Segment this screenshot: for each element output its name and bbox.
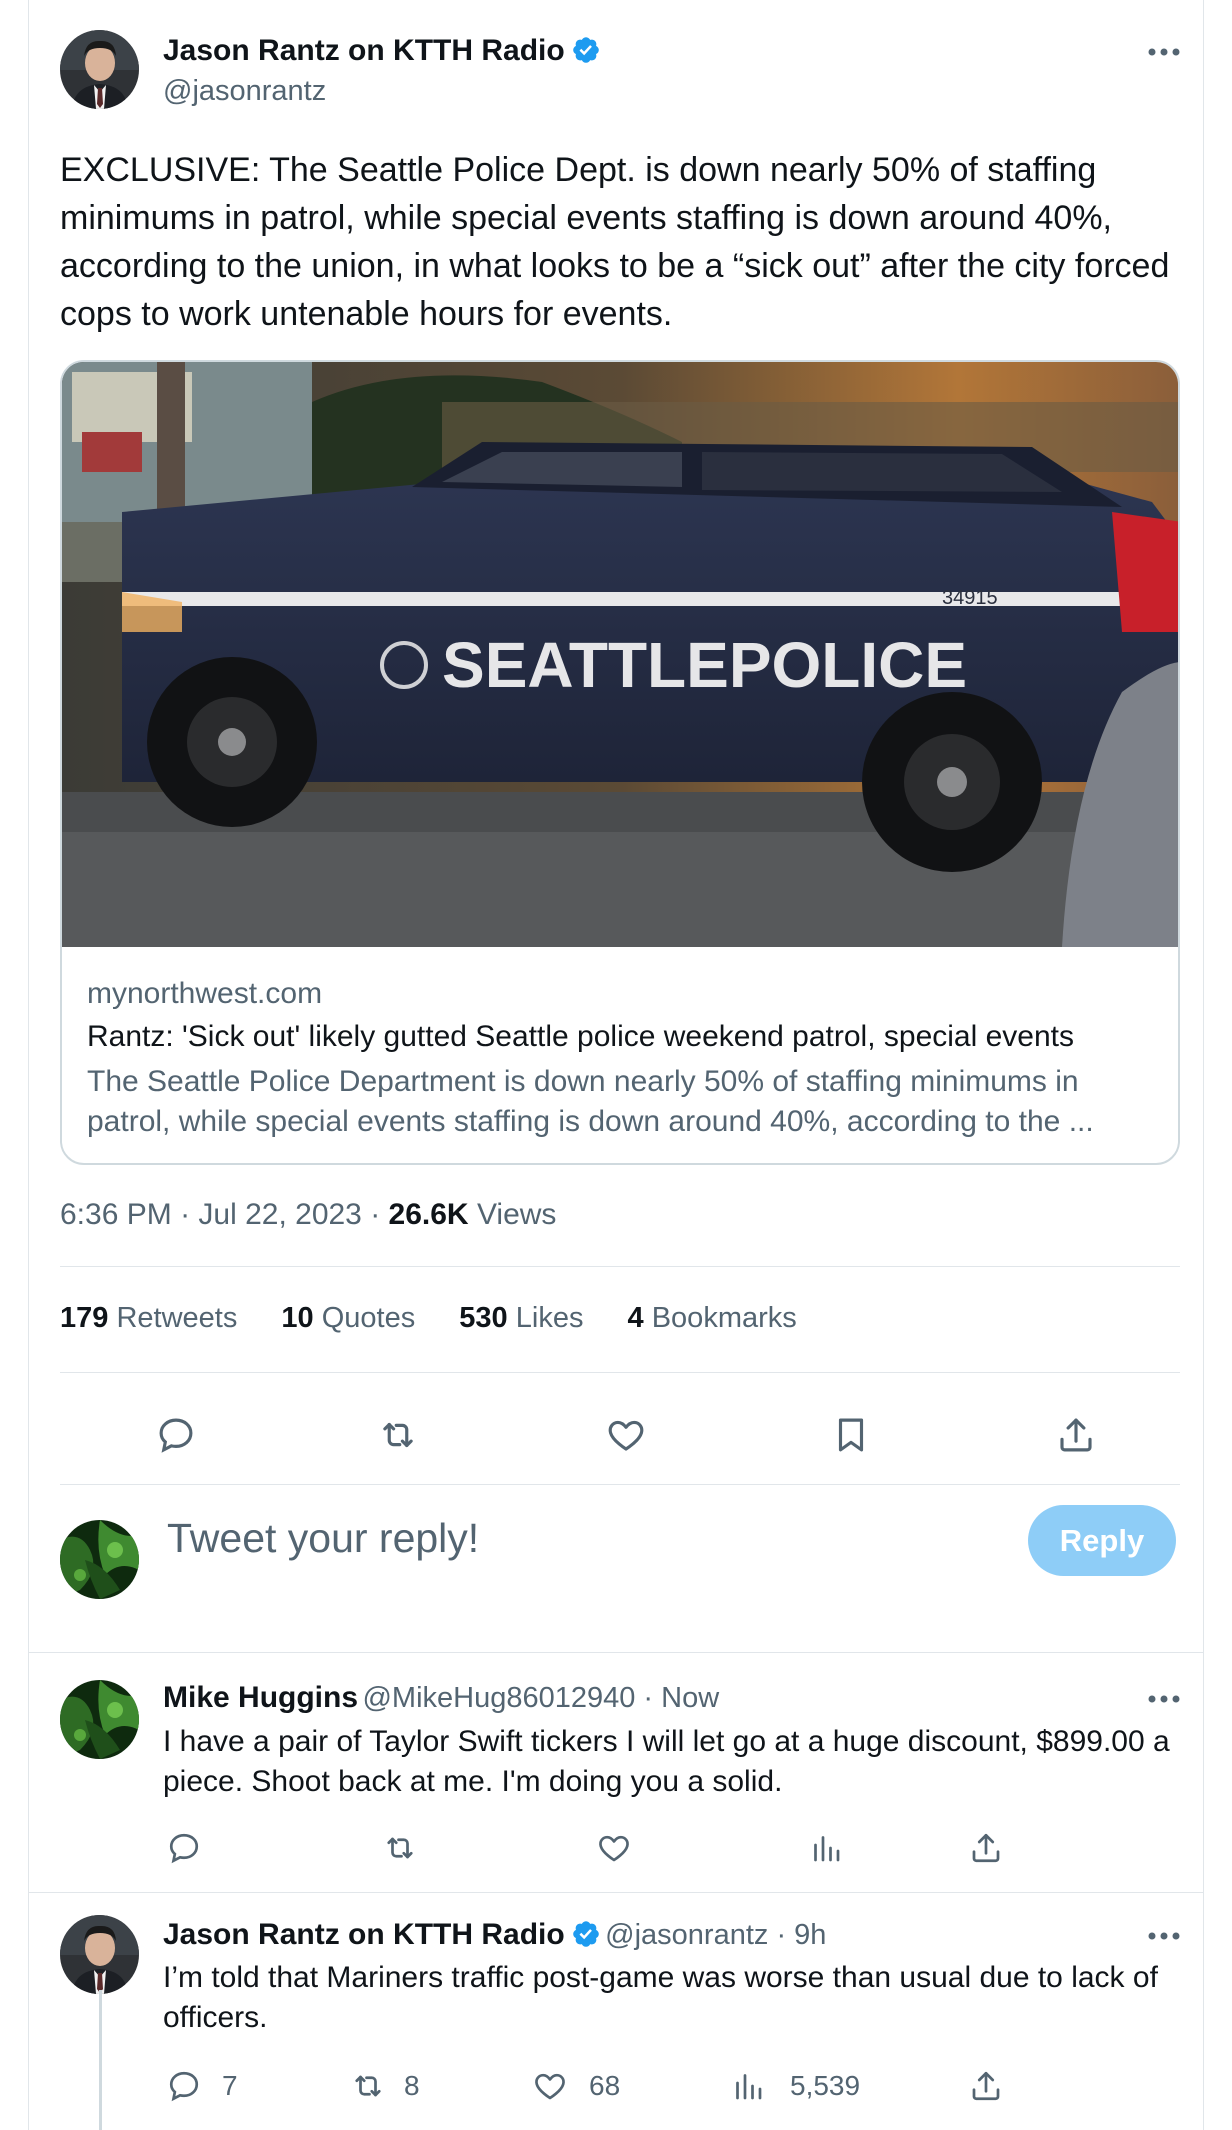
engagement-stats: 179 Retweets 10 Quotes 530 Likes 4 Bookm… [60,1302,833,1335]
likes-stat[interactable]: 530 Likes [459,1302,583,1334]
reply-header: Jason Rantz on KTTH Radio @jasonrantz · … [163,1918,826,1952]
reply-author-name[interactable]: Jason Rantz on KTTH Radio [163,1918,565,1951]
meta-separator: · [171,1198,199,1231]
author-name-text[interactable]: Jason Rantz on KTTH Radio [163,34,565,67]
reply-input[interactable]: Tweet your reply! [167,1515,479,1562]
bookmark-icon[interactable] [830,1414,872,1456]
timeline-border-right [1203,0,1204,2130]
like-count: 68 [589,2070,621,2101]
retweet-icon[interactable] [377,1414,419,1456]
reply-icon[interactable] [155,1414,197,1456]
reply-avatar[interactable] [60,1915,139,1994]
likes-label: Likes [507,1302,584,1334]
author-name[interactable]: Jason Rantz on KTTH Radio [163,34,601,68]
divider [28,1652,1203,1653]
retweets-count: 179 [60,1302,109,1334]
thread-line [99,1990,102,2130]
divider [28,1892,1203,1893]
bookmarks-label: Bookmarks [643,1302,797,1334]
retweet-icon[interactable] [350,2068,386,2104]
share-icon[interactable] [968,1830,1004,1866]
likes-count: 530 [459,1302,508,1334]
views-count: 26.6K [388,1198,469,1231]
tweet-text: EXCLUSIVE: The Seattle Police Dept. is d… [60,151,1170,333]
share-icon[interactable] [1055,1414,1097,1456]
link-card-image[interactable]: SEATTLEPOLICE 34915 [62,362,1178,947]
divider [60,1266,1180,1267]
retweets-label: Retweets [108,1302,238,1334]
user-avatar[interactable] [60,1520,139,1599]
reply-separator: · [768,1919,795,1951]
reply-icon[interactable] [166,2068,202,2104]
link-card[interactable]: SEATTLEPOLICE 34915 mynorthwest.com Rant… [60,360,1180,1165]
reply-text: I have a pair of Taylor Swift tickers I … [163,1725,1170,1798]
views-count: 5,539 [790,2070,861,2101]
reply-author-handle[interactable]: @MikeHug86012940 [362,1682,635,1714]
author-handle[interactable]: @jasonrantz [163,75,326,108]
tweet-meta: 6:36 PM · Jul 22, 2023 · 26.6K Views [60,1198,556,1232]
bookmarks-count: 4 [627,1302,644,1334]
car-lettering: SEATTLEPOLICE [442,629,967,701]
divider [60,1484,1180,1485]
meta-separator: · [361,1198,389,1231]
reply-header: Mike Huggins @MikeHug86012940 · Now [163,1681,719,1715]
link-card-description: The Seattle Police Department is down ne… [87,1065,1094,1138]
like-icon[interactable] [605,1414,647,1456]
tweet-time[interactable]: 6:36 PM [60,1198,172,1231]
more-options-icon[interactable] [1146,1930,1182,1942]
reply-author-handle[interactable]: @jasonrantz [605,1919,768,1951]
more-options-icon[interactable] [1146,46,1182,58]
verified-badge-icon [571,1919,601,1949]
views-icon[interactable] [808,1830,844,1866]
reply-text: I’m told that Mariners traffic post-game… [163,1961,1158,2034]
reply-button[interactable]: Reply [1028,1505,1176,1576]
quotes-label: Quotes [313,1302,416,1334]
reply-avatar[interactable] [60,1680,139,1759]
like-icon[interactable] [532,2068,568,2104]
reply-time[interactable]: 9h [794,1919,826,1951]
retweet-count: 8 [404,2070,420,2101]
retweets-stat[interactable]: 179 Retweets [60,1302,237,1334]
verified-badge-icon [571,35,601,65]
car-unit-number: 34915 [942,587,998,609]
retweet-icon[interactable] [382,1830,418,1866]
quotes-stat[interactable]: 10 Quotes [281,1302,415,1334]
like-icon[interactable] [596,1830,632,1866]
timeline-border-left [28,0,29,2130]
reply-icon[interactable] [166,1830,202,1866]
divider [60,1372,1180,1373]
author-avatar[interactable] [60,30,139,109]
bookmarks-stat[interactable]: 4 Bookmarks [628,1302,797,1334]
views-icon[interactable] [730,2068,766,2104]
reply-separator: · [635,1682,662,1714]
tweet-date[interactable]: Jul 22, 2023 [198,1198,361,1231]
reply-author-name[interactable]: Mike Huggins [163,1681,358,1714]
share-icon[interactable] [968,2068,1004,2104]
link-card-domain: mynorthwest.com [87,977,323,1010]
more-options-icon[interactable] [1146,1693,1182,1705]
link-card-title: Rantz: 'Sick out' likely gutted Seattle … [87,1020,1074,1053]
views-label: Views [468,1198,557,1231]
quotes-count: 10 [281,1302,314,1334]
reply-count: 7 [222,2070,238,2101]
reply-time[interactable]: Now [661,1682,719,1714]
